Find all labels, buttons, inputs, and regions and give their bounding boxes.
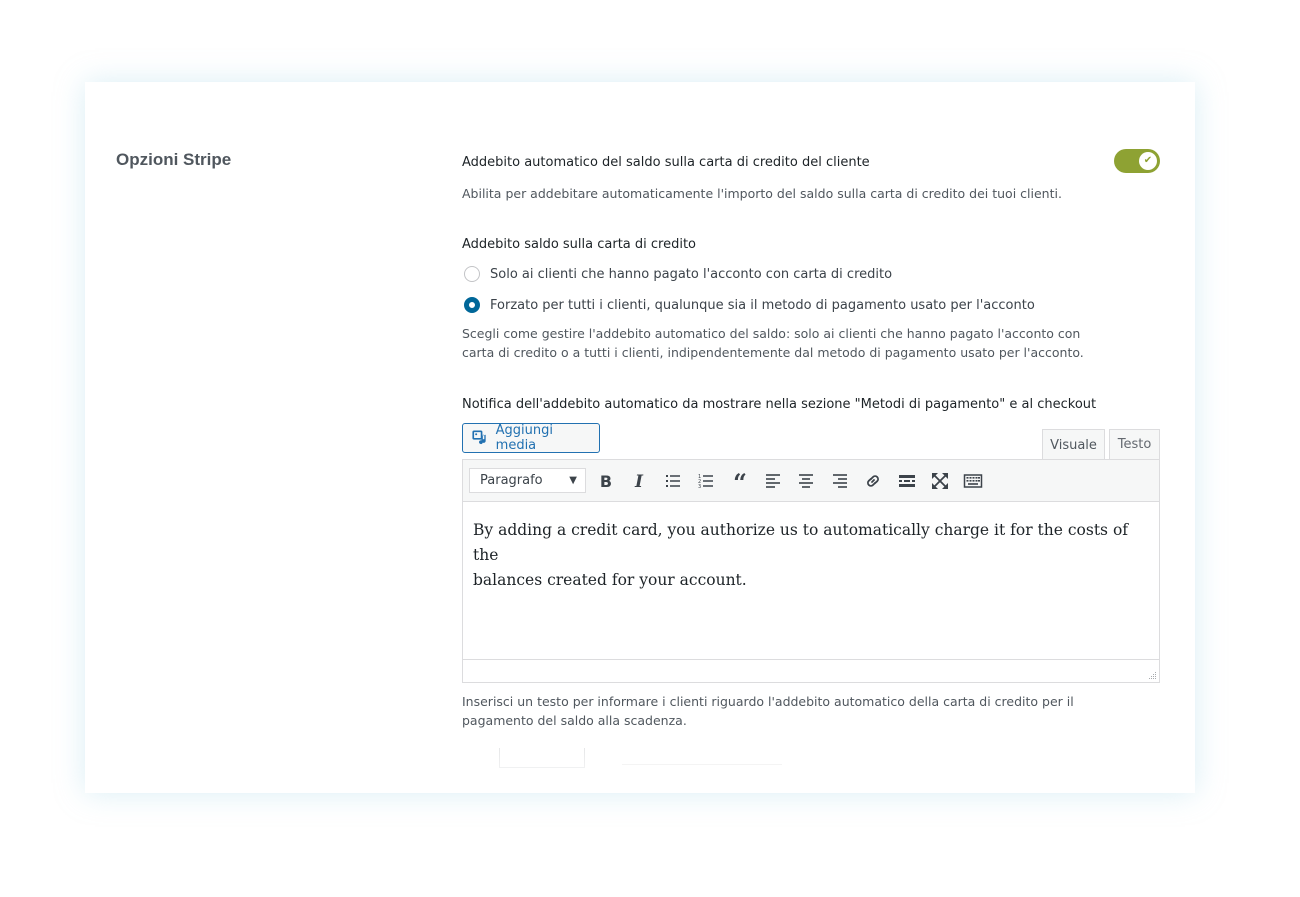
bold-button[interactable]: B [592, 467, 620, 495]
svg-text:B: B [600, 472, 612, 491]
editor-content-line: By adding a credit card, you authorize u… [473, 521, 1129, 564]
link-button[interactable] [859, 467, 887, 495]
editor-statusbar [463, 659, 1159, 682]
notice-label: Notifica dell'addebito automatico da mos… [462, 397, 1097, 412]
blockquote-button[interactable]: “ [726, 467, 754, 495]
notice-help-line: Inserisci un testo per informare i clien… [462, 694, 1074, 709]
format-select[interactable]: Paragrafo ▼ [469, 468, 586, 493]
charge-mode-description: Scegli come gestire l'addebito automatic… [462, 324, 1084, 362]
svg-text:“: “ [733, 471, 747, 491]
charge-mode-label: Addebito saldo sulla carta di credito [462, 237, 697, 252]
notice-help-line: pagamento del saldo alla scadenza. [462, 713, 687, 728]
editor-content[interactable]: By adding a credit card, you authorize u… [463, 502, 1159, 660]
align-left-button[interactable] [759, 467, 787, 495]
blockquote-icon: “ [733, 471, 747, 491]
align-center-button[interactable] [792, 467, 820, 495]
add-media-icon [472, 430, 486, 445]
auto-charge-description: Abilita per addebitare automaticamente l… [462, 186, 1062, 201]
tab-text[interactable]: Testo [1109, 429, 1160, 459]
radio-option-credit-card-only[interactable]: Solo ai clienti che hanno pagato l'accon… [462, 266, 892, 282]
caret-down-icon: ▼ [569, 475, 577, 486]
radio-option-label: Forzato per tutti i clienti, qualunque s… [490, 297, 1035, 313]
align-left-icon [765, 473, 780, 488]
section-title: Opzioni Stripe [116, 150, 232, 169]
faint-divider [622, 764, 782, 765]
editor-toolbar: Paragrafo ▼ B I 123 “ [463, 460, 1159, 502]
link-icon [867, 474, 880, 487]
radio-option-label: Solo ai clienti che hanno pagato l'accon… [490, 266, 893, 282]
svg-text:3: 3 [698, 484, 701, 490]
charge-mode-description-line: carta di credito o a tutti i clienti, in… [462, 345, 1084, 360]
check-icon: ✔ [1139, 152, 1157, 170]
italic-button[interactable]: I [625, 467, 653, 495]
radio-unchecked[interactable] [464, 266, 480, 282]
italic-icon: I [634, 472, 644, 491]
numbered-list-button[interactable]: 123 [692, 467, 720, 495]
align-right-icon [832, 473, 847, 488]
toolbar-toggle-button[interactable] [959, 467, 987, 495]
align-right-button[interactable] [826, 467, 854, 495]
faint-field-outline [499, 748, 585, 768]
radio-checked[interactable] [464, 297, 480, 313]
read-more-button[interactable] [893, 467, 921, 495]
svg-text:I: I [634, 472, 644, 491]
bullet-list-icon [665, 474, 680, 487]
card-bottom-fade [85, 748, 1195, 793]
numbered-list-icon: 123 [698, 474, 714, 490]
charge-mode-description-line: Scegli come gestire l'addebito automatic… [462, 326, 1081, 341]
radio-option-all-clients[interactable]: Forzato per tutti i clienti, qualunque s… [462, 297, 1035, 313]
fullscreen-icon [931, 472, 948, 489]
tab-visual[interactable]: Visuale [1042, 429, 1105, 460]
add-media-button[interactable]: Aggiungi media [462, 423, 600, 453]
bullet-list-button[interactable] [659, 467, 687, 495]
fullscreen-button[interactable] [926, 467, 954, 495]
toolbar-toggle-icon [964, 473, 983, 488]
read-more-icon [898, 474, 915, 487]
align-center-icon [799, 473, 814, 488]
rich-text-editor: Paragrafo ▼ B I 123 “ By adding a credit… [462, 459, 1160, 683]
notice-help-text: Inserisci un testo per informare i clien… [462, 692, 1074, 730]
resize-handle-icon[interactable] [1147, 670, 1157, 680]
editor-content-line: balances created for your account. [473, 571, 747, 589]
bold-icon: B [600, 472, 612, 491]
add-media-label: Aggiungi media [495, 423, 554, 453]
auto-charge-toggle[interactable]: ✔ [1114, 149, 1160, 173]
format-select-value: Paragrafo [480, 473, 543, 488]
settings-card: Opzioni Stripe Addebito automatico del s… [85, 82, 1195, 793]
auto-charge-label: Addebito automatico del saldo sulla cart… [462, 155, 870, 170]
